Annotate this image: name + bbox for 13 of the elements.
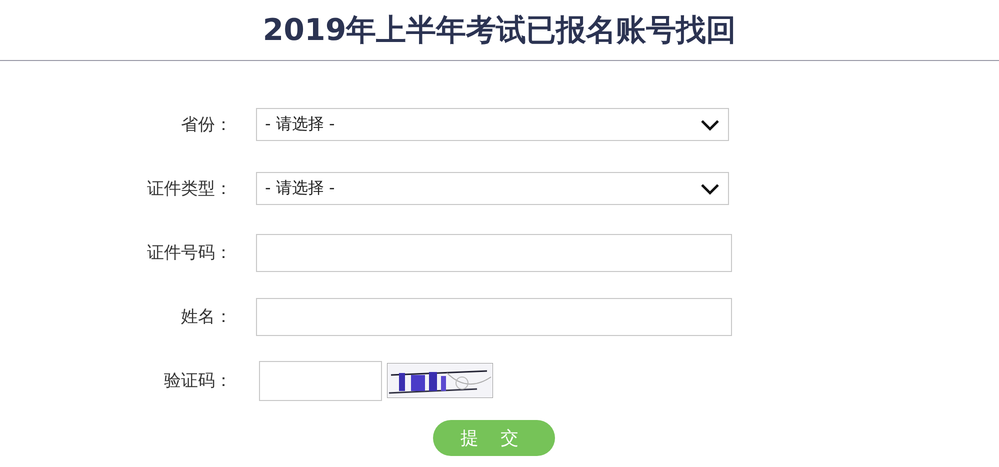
select-field[interactable]: - 请选择 - — [256, 172, 729, 205]
field-label: 证件类型： — [146, 178, 233, 200]
page-title: 2019年上半年考试已报名账号找回 — [262, 12, 736, 50]
chevron-icon — [700, 118, 720, 130]
input-field[interactable] — [256, 234, 732, 272]
field-label: 证件号码： — [146, 242, 233, 264]
field-label: 验证码： — [163, 370, 233, 392]
input-field[interactable] — [256, 298, 732, 336]
field-label: 姓名： — [180, 306, 233, 328]
captcha-input-field[interactable] — [259, 360, 382, 400]
chevron-icon — [700, 182, 720, 194]
select-field[interactable]: - 请选择 - — [256, 108, 729, 141]
field-label: 省份： — [180, 114, 233, 136]
